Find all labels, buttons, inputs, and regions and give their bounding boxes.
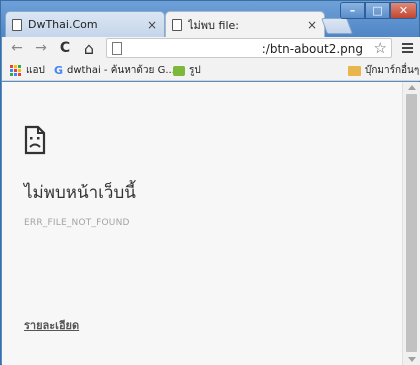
bookmark-other[interactable]: บุ๊กมาร์กอื่นๆ [348, 63, 419, 78]
home-icon[interactable]: ⌂ [80, 39, 98, 58]
back-icon[interactable]: ← [8, 39, 26, 57]
bookmark-star-icon[interactable]: ☆ [374, 39, 387, 57]
bookmark-dwthai-search[interactable]: G dwthai - ค้นหาด้วย G... [54, 63, 175, 78]
scroll-up-icon[interactable] [408, 85, 416, 90]
page-icon [112, 42, 122, 55]
bookmark-label: รูป [189, 65, 201, 76]
error-page: ไม่พบหน้าเว็บนี้ ERR_FILE_NOT_FOUND รายล… [2, 82, 402, 365]
bookmark-label: บุ๊กมาร์กอื่นๆ [365, 65, 420, 76]
new-tab-button[interactable] [321, 18, 353, 34]
bookmark-images[interactable]: รูป [173, 63, 201, 78]
document-icon [172, 18, 182, 31]
tab-close-icon[interactable]: × [306, 18, 318, 32]
tab-close-icon[interactable]: × [146, 18, 158, 32]
minimize-control[interactable]: – [340, 2, 365, 20]
apps-grid-icon [10, 65, 21, 76]
bookmarks-bar: แอป G dwthai - ค้นหาด้วย G... รูป บุ๊กมา… [2, 59, 420, 81]
forward-icon[interactable]: → [32, 39, 50, 57]
bookmark-apps[interactable]: แอป [10, 63, 45, 78]
folder-icon [348, 65, 361, 76]
details-link[interactable]: รายละเอียด [24, 316, 79, 334]
bookmark-label: dwthai - ค้นหาด้วย G... [67, 65, 175, 76]
url-text[interactable]: :/btn-about2.png [262, 42, 363, 56]
tab-dwthai[interactable]: DwThai.Com × [5, 11, 165, 37]
tab-title: ไม่พบ file: [188, 18, 239, 32]
address-bar[interactable]: :/btn-about2.png ☆ [106, 38, 392, 58]
menu-icon[interactable] [398, 39, 416, 57]
google-icon: G [54, 64, 64, 77]
sad-document-icon [24, 125, 46, 155]
image-icon [173, 65, 185, 76]
close-window-control[interactable]: ✕ [390, 2, 417, 20]
scroll-thumb[interactable] [406, 94, 417, 352]
bookmark-label: แอป [26, 65, 45, 76]
toolbar: ← → C ⌂ :/btn-about2.png ☆ [2, 37, 420, 59]
document-icon [12, 18, 22, 31]
tab-title: DwThai.Com [28, 18, 98, 31]
scroll-down-icon[interactable] [408, 357, 416, 362]
minimize-icon[interactable]: – [340, 2, 365, 19]
maximize-control[interactable]: □ [365, 2, 390, 20]
vertical-scrollbar[interactable] [402, 82, 420, 365]
error-title: ไม่พบหน้าเว็บนี้ [24, 183, 136, 203]
close-icon[interactable]: ✕ [390, 2, 417, 19]
tab-not-found[interactable]: ไม่พบ file: × [165, 11, 325, 37]
error-code: ERR_FILE_NOT_FOUND [24, 218, 130, 228]
maximize-icon[interactable]: □ [365, 2, 390, 19]
reload-icon[interactable]: C [56, 39, 74, 57]
browser-window: DwThai.Com × ไม่พบ file: × – □ ✕ ← → C ⌂… [0, 0, 420, 365]
